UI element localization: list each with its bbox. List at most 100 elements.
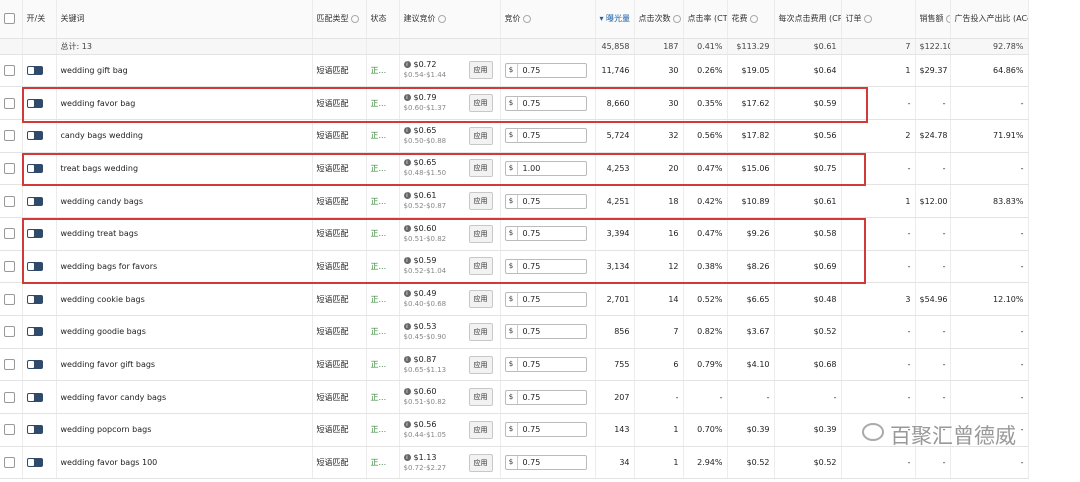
enable-toggle[interactable] [22,250,57,284]
bid-value[interactable]: 0.75 [518,458,541,467]
toggle-switch[interactable] [26,261,43,271]
bid-input[interactable]: $0.75 [504,455,587,471]
col-clicks[interactable]: 点击次数 [634,0,684,39]
row-checkbox[interactable] [0,119,23,153]
enable-toggle[interactable] [22,152,57,186]
toggle-switch[interactable] [26,327,43,337]
apply-button[interactable]: 应用 [468,126,493,145]
toggle-switch[interactable] [26,360,43,370]
apply-button[interactable]: 应用 [468,61,493,80]
bid-input[interactable]: $0.75 [504,226,587,242]
status-cell[interactable]: 正... [366,86,400,120]
bid-value[interactable]: 0.75 [518,425,541,434]
toggle-switch[interactable] [26,163,43,173]
col-match-type[interactable]: 匹配类型 [312,0,367,39]
bid-input[interactable]: $0.75 [504,258,587,274]
apply-button[interactable]: 应用 [468,453,493,472]
select-all-checkbox[interactable] [0,0,23,39]
apply-button[interactable]: 应用 [468,257,493,276]
apply-button[interactable]: 应用 [468,322,493,341]
toggle-switch[interactable] [26,392,43,402]
row-checkbox[interactable] [0,348,23,382]
row-checkbox[interactable] [0,250,23,284]
bid-input[interactable]: $0.75 [504,128,587,144]
status-cell[interactable]: 正... [366,152,400,186]
col-orders[interactable]: 订单 [841,0,916,39]
status-cell[interactable]: 正... [366,217,400,251]
bid-input[interactable]: $0.75 [504,324,587,340]
col-ctr[interactable]: 点击率 (CTR) [683,0,728,39]
toggle-switch[interactable] [26,294,43,304]
bid-input[interactable]: $0.75 [504,389,587,405]
row-checkbox[interactable] [0,380,23,415]
row-checkbox[interactable] [0,54,23,88]
toggle-switch[interactable] [26,458,43,468]
enable-toggle[interactable] [22,348,57,382]
enable-toggle[interactable] [22,413,57,447]
enable-toggle[interactable] [22,54,57,88]
status-cell[interactable]: 正... [366,54,400,88]
status-cell[interactable]: 正... [366,119,400,153]
bid-value[interactable]: 0.75 [518,99,541,108]
bid-input[interactable]: $0.75 [504,193,587,209]
row-checkbox[interactable] [0,217,23,251]
bid-value[interactable]: 0.75 [518,229,541,238]
bid-input[interactable]: $0.75 [504,291,587,307]
toggle-switch[interactable] [26,425,43,435]
status-cell[interactable]: 正... [366,413,400,447]
bid-input[interactable]: $1.00 [504,160,587,176]
row-checkbox[interactable] [0,413,23,447]
apply-button[interactable]: 应用 [468,388,493,407]
bid-value[interactable]: 0.75 [518,295,541,304]
row-checkbox[interactable] [0,446,23,480]
enable-toggle[interactable] [22,119,57,153]
toggle-switch[interactable] [26,98,43,108]
col-impressions[interactable]: ▾ 曝光量 [595,0,635,39]
row-checkbox[interactable] [0,315,23,349]
row-checkbox[interactable] [0,152,23,186]
apply-button[interactable]: 应用 [468,192,493,211]
enable-toggle[interactable] [22,184,57,218]
col-sales[interactable]: 销售额 [915,0,951,39]
bid-value[interactable]: 0.75 [518,66,541,75]
status-cell[interactable]: 正... [366,446,400,480]
col-suggested-bid[interactable]: 建议竞价 [399,0,501,39]
bid-value[interactable]: 0.75 [518,262,541,271]
row-checkbox[interactable] [0,184,23,218]
col-keyword[interactable]: 关键词 [56,0,313,39]
status-cell[interactable]: 正... [366,184,400,218]
bid-value[interactable]: 0.75 [518,131,541,140]
status-cell[interactable]: 正... [366,282,400,316]
col-spend[interactable]: 花费 [727,0,775,39]
apply-button[interactable]: 应用 [468,94,493,113]
col-cpc[interactable]: 每次点击费用 (CPC) [774,0,842,39]
bid-input[interactable]: $0.75 [504,62,587,78]
bid-value[interactable]: 0.75 [518,393,541,402]
enable-toggle[interactable] [22,217,57,251]
apply-button[interactable]: 应用 [468,355,493,374]
enable-toggle[interactable] [22,86,57,120]
col-enabled[interactable]: 开/关 [22,0,57,39]
status-cell[interactable]: 正... [366,380,400,415]
bid-input[interactable]: $0.75 [504,422,587,438]
toggle-switch[interactable] [26,131,43,141]
col-status[interactable]: 状态 [366,0,400,39]
bid-input[interactable]: $0.75 [504,95,587,111]
bid-value[interactable]: 0.75 [518,360,541,369]
toggle-switch[interactable] [26,229,43,239]
bid-value[interactable]: 0.75 [518,197,541,206]
toggle-switch[interactable] [26,196,43,206]
apply-button[interactable]: 应用 [468,224,493,243]
enable-toggle[interactable] [22,282,57,316]
apply-button[interactable]: 应用 [468,159,493,178]
row-checkbox[interactable] [0,282,23,316]
status-cell[interactable]: 正... [366,348,400,382]
apply-button[interactable]: 应用 [468,420,493,439]
enable-toggle[interactable] [22,315,57,349]
col-acos[interactable]: 广告投入产出比 (ACoS) [950,0,1029,39]
enable-toggle[interactable] [22,380,57,415]
status-cell[interactable]: 正... [366,315,400,349]
row-checkbox[interactable] [0,86,23,120]
bid-input[interactable]: $0.75 [504,357,587,373]
col-bid[interactable]: 竞价 [500,0,596,39]
